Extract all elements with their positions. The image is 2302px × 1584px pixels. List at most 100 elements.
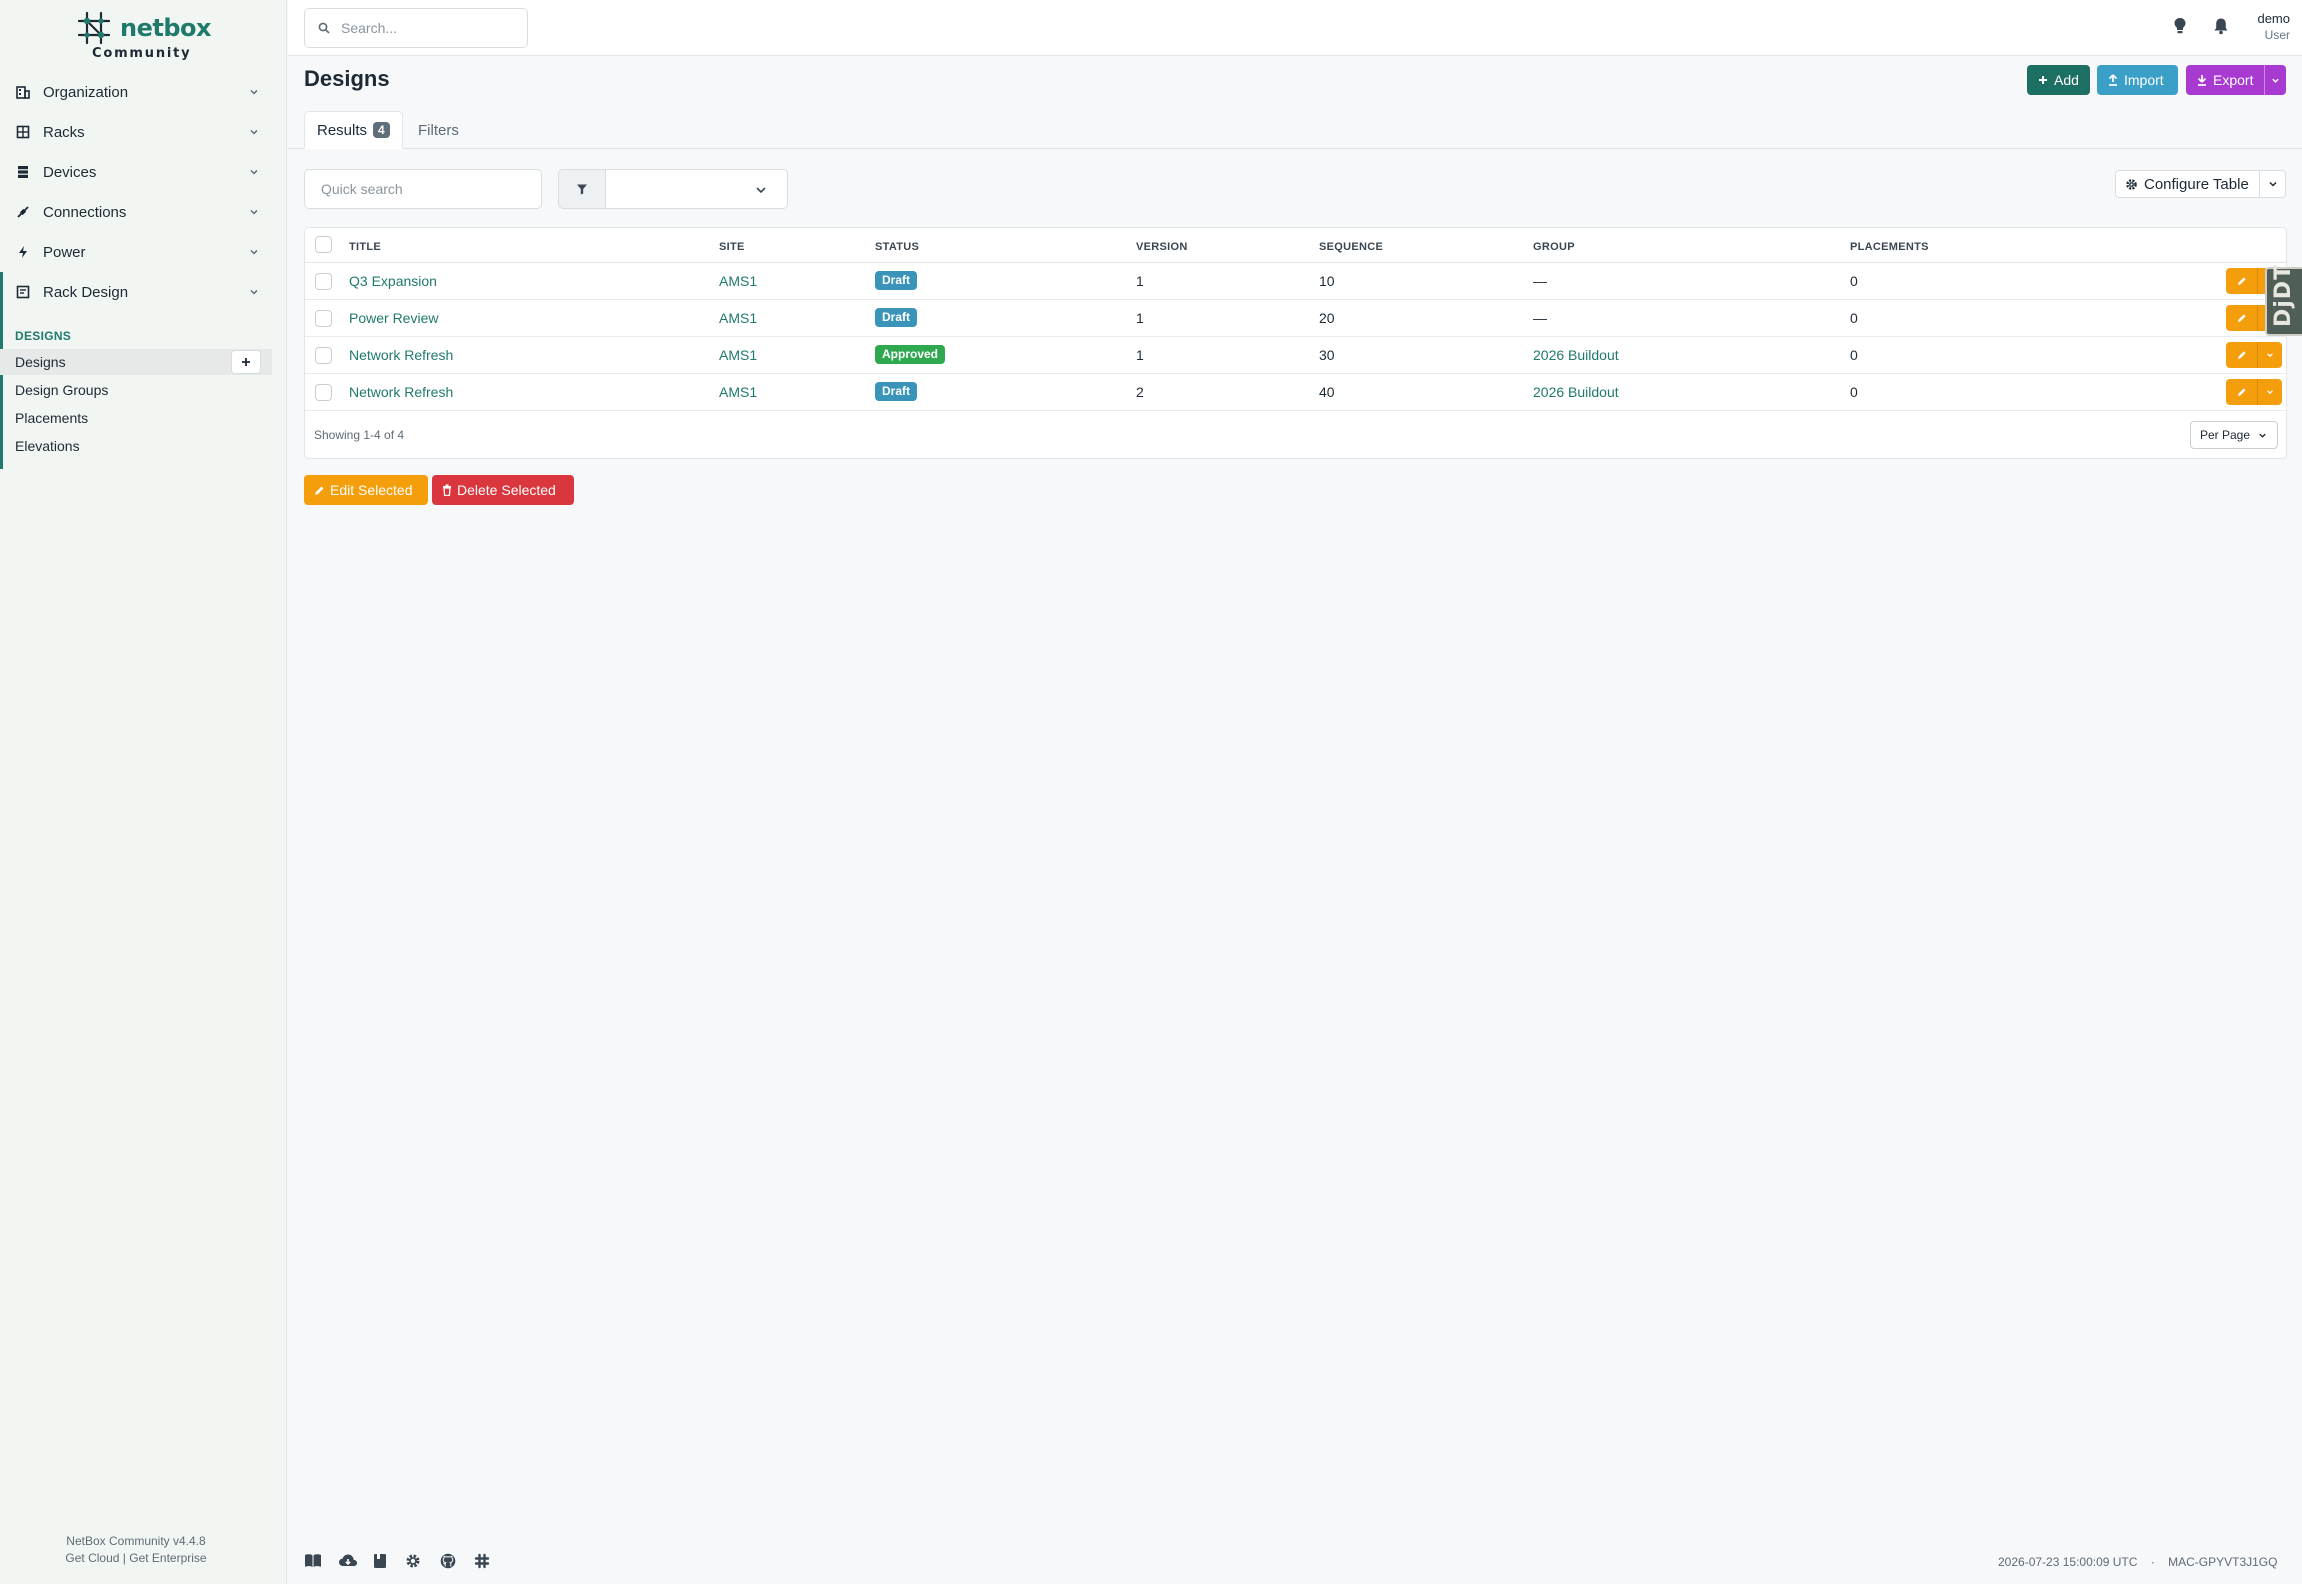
design-title-link[interactable]: Q3 Expansion: [349, 273, 437, 289]
table-header: TITLE SITE STATUS VERSION SEQUENCE GROUP…: [305, 228, 2286, 263]
configure-table-dropdown[interactable]: [2259, 170, 2286, 198]
quick-search-input[interactable]: [304, 169, 542, 209]
row-checkbox[interactable]: [315, 347, 332, 364]
column-header-group[interactable]: GROUP: [1533, 241, 1575, 253]
nav-group-rack-design[interactable]: Rack Design: [0, 272, 287, 312]
rack-icon: [16, 125, 30, 139]
download-icon: [2197, 75, 2207, 86]
row-checkbox[interactable]: [315, 310, 332, 327]
get-enterprise-link[interactable]: Get Enterprise: [129, 1551, 206, 1565]
sidebar-section-heading: DESIGNS: [15, 329, 72, 343]
saved-filter-select[interactable]: [605, 169, 788, 209]
footer-hostname: MAC-GPYVT3J1GQ: [2168, 1555, 2278, 1569]
search-input[interactable]: [341, 18, 521, 38]
slack-icon[interactable]: [474, 1553, 490, 1569]
nav-group-organization[interactable]: Organization: [0, 72, 287, 112]
chevron-down-icon: [756, 187, 766, 194]
edit-selected-label: Edit Selected: [330, 482, 413, 498]
nav-group-label: Devices: [43, 163, 97, 181]
delete-selected-button[interactable]: Delete Selected: [432, 475, 574, 505]
configure-table-label: Configure Table: [2144, 175, 2249, 193]
column-header-status[interactable]: STATUS: [875, 241, 919, 253]
row-actions-dropdown[interactable]: [2257, 342, 2282, 368]
nav-group-label: Rack Design: [43, 283, 129, 301]
sidebar-item-placements[interactable]: Placements: [0, 405, 272, 431]
edit-selected-button[interactable]: Edit Selected: [304, 475, 428, 505]
configure-table-button[interactable]: Configure Table: [2115, 170, 2260, 198]
pencil-icon: [2237, 277, 2246, 285]
nav-group-label: Racks: [43, 123, 85, 141]
saved-filter-button[interactable]: [558, 169, 606, 209]
column-header-version[interactable]: VERSION: [1136, 241, 1188, 253]
global-search[interactable]: [304, 8, 528, 48]
row-edit-button[interactable]: [2226, 379, 2257, 405]
cloud-download-icon[interactable]: [338, 1553, 358, 1569]
github-icon[interactable]: [440, 1553, 456, 1569]
sidebar-footer: NetBox Community v4.4.8 Get Cloud | Get …: [0, 1533, 272, 1567]
per-page-dropdown[interactable]: Per Page: [2190, 421, 2278, 449]
site-link[interactable]: AMS1: [719, 273, 757, 289]
row-actions-dropdown[interactable]: [2257, 379, 2282, 405]
export-button[interactable]: Export: [2186, 65, 2286, 95]
book-icon[interactable]: [304, 1553, 322, 1569]
placements-cell: 0: [1850, 273, 1858, 289]
trash-icon: [443, 484, 451, 496]
design-title-link[interactable]: Network Refresh: [349, 384, 453, 400]
notification-bell-icon[interactable]: [2213, 17, 2229, 35]
site-link[interactable]: AMS1: [719, 347, 757, 363]
column-header-sequence[interactable]: SEQUENCE: [1319, 241, 1383, 253]
brand-logo[interactable]: netbox Community: [76, 10, 211, 62]
chevron-down-icon: [250, 289, 258, 295]
row-edit-button[interactable]: [2226, 342, 2257, 368]
group-link[interactable]: 2026 Buildout: [1533, 384, 1619, 400]
api-docs-icon[interactable]: [373, 1553, 387, 1569]
nav-group-power[interactable]: Power: [0, 232, 287, 272]
gear-icon[interactable]: [405, 1553, 421, 1569]
tab-results[interactable]: Results 4: [304, 111, 403, 149]
column-header-title[interactable]: TITLE: [349, 241, 381, 253]
debug-toolbar-handle[interactable]: DjDT: [2265, 263, 2302, 336]
debug-toolbar-label: DjDT: [2271, 263, 2296, 327]
get-cloud-link[interactable]: Get Cloud: [65, 1551, 119, 1565]
nav-group-label: Organization: [43, 83, 129, 101]
sidebar-item-elevations[interactable]: Elevations: [0, 433, 272, 459]
design-title-link[interactable]: Network Refresh: [349, 347, 453, 363]
export-dropdown-toggle[interactable]: [2264, 65, 2286, 95]
column-header-site[interactable]: SITE: [719, 241, 745, 253]
version-cell: 1: [1136, 347, 1144, 363]
column-header-placements[interactable]: PLACEMENTS: [1850, 241, 1929, 253]
add-button[interactable]: Add: [2027, 65, 2090, 95]
row-edit-button[interactable]: [2226, 268, 2257, 294]
row-checkbox[interactable]: [315, 273, 332, 290]
design-title-link[interactable]: Power Review: [349, 310, 438, 326]
chevron-down-icon: [2259, 433, 2266, 438]
table-row: Network Refresh AMS1 Approved 1 30 2026 …: [305, 337, 2286, 374]
select-all-checkbox[interactable]: [315, 236, 332, 253]
placements-cell: 0: [1850, 347, 1858, 363]
user-role: User: [2264, 28, 2290, 42]
row-checkbox[interactable]: [315, 384, 332, 401]
connections-icon: [17, 206, 29, 218]
placements-cell: 0: [1850, 384, 1858, 400]
group-link[interactable]: 2026 Buildout: [1533, 347, 1619, 363]
tab-filters[interactable]: Filters: [406, 111, 471, 149]
chevron-down-icon: [2267, 390, 2273, 395]
plus-icon: [242, 358, 250, 366]
user-menu[interactable]: demo User: [2246, 11, 2290, 43]
import-button[interactable]: Import: [2097, 65, 2178, 95]
brand-name: netbox: [120, 14, 211, 42]
chevron-down-icon: [250, 209, 258, 215]
status-badge: Draft: [875, 382, 918, 401]
nav-group-connections[interactable]: Connections: [0, 192, 287, 232]
site-link[interactable]: AMS1: [719, 310, 757, 326]
gear-icon: [2126, 178, 2137, 190]
chevron-down-icon: [2272, 78, 2279, 83]
row-edit-button[interactable]: [2226, 305, 2257, 331]
sidebar-item-design-groups[interactable]: Design Groups: [0, 377, 272, 403]
nav-group-devices[interactable]: Devices: [0, 152, 287, 192]
add-design-button[interactable]: [231, 350, 261, 374]
site-link[interactable]: AMS1: [719, 384, 757, 400]
nav-group-racks[interactable]: Racks: [0, 112, 287, 152]
lightbulb-icon[interactable]: [2173, 17, 2187, 35]
per-page-label: Per Page: [2200, 428, 2251, 442]
